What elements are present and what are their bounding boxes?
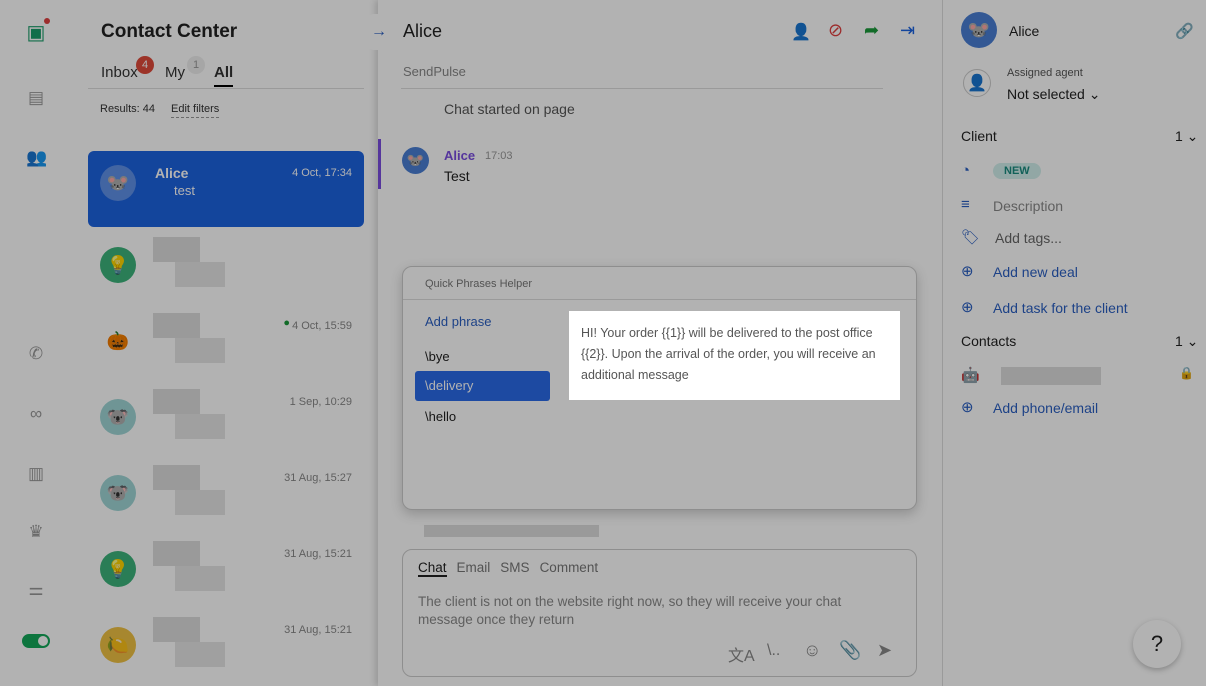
- phrase-preview: HI! Your order {{1}} will be delivered t…: [569, 311, 900, 400]
